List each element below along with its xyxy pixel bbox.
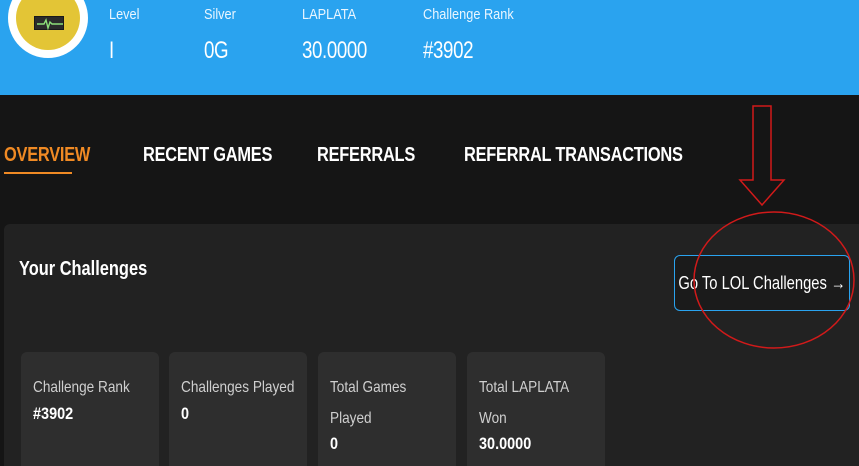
active-tab-underline bbox=[4, 172, 72, 174]
card-label-line: Total Games bbox=[330, 379, 407, 396]
annotation-highlight-ellipse bbox=[693, 211, 855, 349]
card-total-games-played-label: Total Games Played bbox=[330, 372, 406, 434]
robot-avatar-icon bbox=[16, 0, 80, 50]
stat-silver-value: 0G bbox=[204, 37, 229, 64]
stat-challenge-rank-label: Challenge Rank bbox=[423, 6, 514, 23]
card-challenge-rank-label: Challenge Rank bbox=[33, 372, 130, 403]
card-total-laplata-won-label: Total LAPLATA Won bbox=[479, 372, 569, 434]
stat-laplata: LAPLATA 30.0000 bbox=[302, 6, 385, 65]
card-label-line: Won bbox=[479, 410, 507, 427]
tab-referral-transactions[interactable]: REFERRAL TRANSACTIONS bbox=[464, 144, 683, 167]
stat-level-value: I bbox=[109, 37, 114, 64]
annotation-down-arrow-icon bbox=[738, 105, 786, 207]
avatar[interactable] bbox=[8, 0, 88, 58]
card-total-games-played-value: 0 bbox=[330, 434, 339, 453]
stat-laplata-value: 30.0000 bbox=[302, 37, 367, 64]
card-label-line: Challenges Played bbox=[181, 379, 295, 396]
card-challenges-played: Challenges Played 0 bbox=[169, 352, 307, 466]
stat-silver: Silver 0G bbox=[204, 6, 242, 65]
card-challenges-played-value: 0 bbox=[181, 404, 190, 423]
stat-level-label: Level bbox=[109, 6, 140, 23]
tab-overview[interactable]: OVERVIEW bbox=[4, 144, 90, 167]
profile-header: Level I Silver 0G LAPLATA 30.0000 Challe… bbox=[0, 0, 859, 95]
card-total-laplata-won: Total LAPLATA Won 30.0000 bbox=[467, 352, 605, 466]
tab-bar: OVERVIEW RECENT GAMES REFERRALS REFERRAL… bbox=[0, 140, 859, 180]
stat-challenge-rank: Challenge Rank #3902 bbox=[423, 6, 530, 65]
card-challenge-rank-value: #3902 bbox=[33, 404, 74, 423]
tab-referrals[interactable]: REFERRALS bbox=[317, 144, 415, 167]
card-label-line: Total LAPLATA bbox=[479, 379, 570, 396]
card-label-line: Challenge Rank bbox=[33, 379, 130, 396]
card-total-laplata-won-value: 30.0000 bbox=[479, 434, 532, 453]
stat-challenge-rank-value: #3902 bbox=[423, 37, 474, 64]
stat-laplata-label: LAPLATA bbox=[302, 6, 357, 23]
card-total-games-played: Total Games Played 0 bbox=[318, 352, 456, 466]
card-challenges-played-label: Challenges Played bbox=[181, 372, 294, 403]
stat-silver-label: Silver bbox=[204, 6, 236, 23]
card-challenge-rank: Challenge Rank #3902 bbox=[21, 352, 159, 466]
stat-level: Level I bbox=[109, 6, 145, 65]
tab-recent-games[interactable]: RECENT GAMES bbox=[143, 144, 272, 167]
card-label-line: Played bbox=[330, 410, 372, 427]
challenges-title: Your Challenges bbox=[19, 258, 148, 280]
